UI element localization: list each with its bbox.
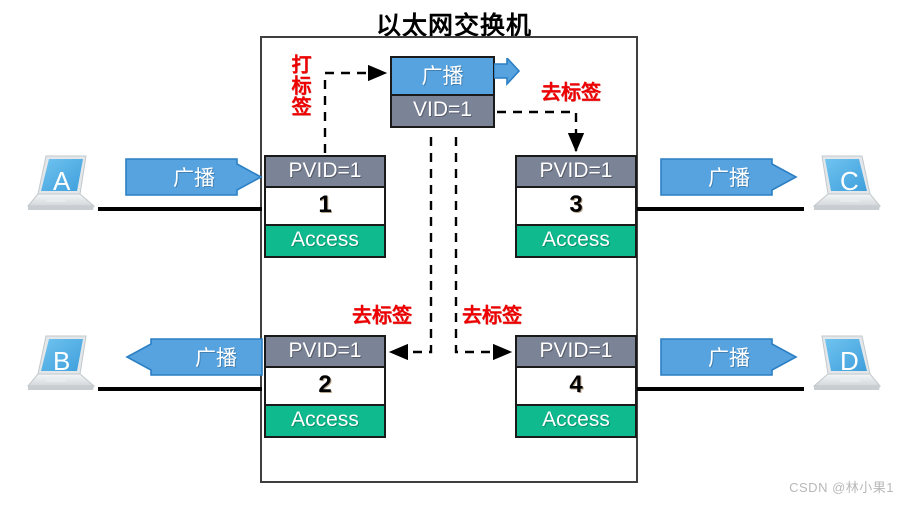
host-d-laptop: D	[810, 332, 884, 400]
broadcast-tag-host-c: 广播	[660, 158, 798, 196]
diagram-canvas: 以太网交换机 A B C D 广播 广播 广播 广播 广播 VID=1 PVID…	[0, 0, 908, 506]
port-1-number: 1	[266, 188, 384, 226]
port-2-module: PVID=1 2 Access	[264, 335, 386, 438]
annotation-strip-tag-bottom-right: 去标签	[462, 305, 522, 327]
port-1-module: PVID=1 1 Access	[264, 155, 386, 258]
port-4-module: PVID=1 4 Access	[515, 335, 637, 438]
port-3-number: 3	[517, 188, 635, 226]
annotation-add-tag: 打标签	[288, 54, 310, 117]
frame-broadcast-label: 广播	[392, 58, 493, 96]
arrow-banner-left	[125, 338, 263, 376]
laptop-icon	[812, 335, 882, 390]
port-3-pvid: PVID=1	[517, 157, 635, 188]
arrow-banner-right	[660, 158, 798, 196]
broadcast-tag-host-d: 广播	[660, 338, 798, 376]
laptop-icon	[812, 155, 882, 210]
frame-arrow-tip-icon	[494, 58, 520, 87]
port-4-mode: Access	[517, 406, 635, 436]
tagged-frame-box: 广播 VID=1	[390, 56, 495, 128]
arrow-banner-right	[660, 338, 798, 376]
wire-host-a-to-port-1	[98, 207, 262, 211]
port-1-mode: Access	[266, 226, 384, 256]
watermark: CSDN @林小果1	[789, 480, 894, 495]
port-2-mode: Access	[266, 406, 384, 436]
annotation-strip-tag-top-right: 去标签	[541, 82, 601, 104]
arrow-banner-right	[125, 158, 263, 196]
broadcast-tag-host-b: 广播	[125, 338, 263, 376]
port-2-number: 2	[266, 368, 384, 406]
port-3-mode: Access	[517, 226, 635, 256]
host-b-laptop: B	[24, 332, 98, 400]
port-4-pvid: PVID=1	[517, 337, 635, 368]
wire-port-3-to-host-c	[636, 207, 804, 211]
host-a-laptop: A	[24, 152, 98, 220]
broadcast-tag-host-a: 广播	[125, 158, 263, 196]
wire-port-4-to-host-d	[636, 387, 804, 391]
annotation-strip-tag-bottom-left: 去标签	[352, 305, 412, 327]
wire-host-b-to-port-2	[98, 387, 262, 391]
host-c-laptop: C	[810, 152, 884, 220]
laptop-icon	[26, 335, 96, 390]
port-1-pvid: PVID=1	[266, 157, 384, 188]
port-2-pvid: PVID=1	[266, 337, 384, 368]
port-4-number: 4	[517, 368, 635, 406]
frame-vid-label: VID=1	[392, 96, 493, 126]
laptop-icon	[26, 155, 96, 210]
port-3-module: PVID=1 3 Access	[515, 155, 637, 258]
